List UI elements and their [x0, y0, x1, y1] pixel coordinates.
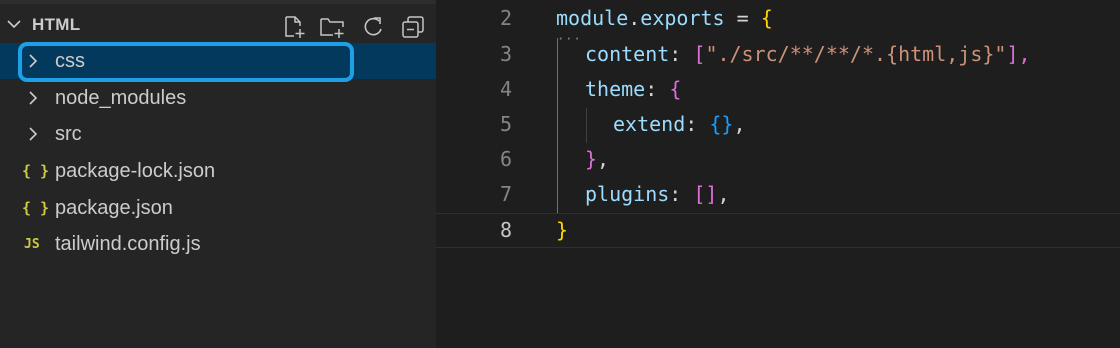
token-punct: :: [685, 112, 710, 136]
tree-item-label: node_modules: [55, 87, 187, 109]
token-property: extend: [613, 112, 686, 136]
token-punct: ,: [597, 147, 610, 171]
code-text: module.exports = {: [556, 6, 773, 30]
tree-item-css[interactable]: css: [0, 43, 436, 79]
code-line[interactable]: 5 extend: {},: [436, 108, 1120, 143]
tree-item-label: src: [55, 123, 82, 145]
code-line-current[interactable]: 8 }: [436, 213, 1120, 248]
line-number: 3: [499, 42, 512, 66]
code-line[interactable]: 3 content: ["./src/**/**/*.{html,js}"],: [436, 38, 1120, 73]
code-text: content: ["./src/**/**/*.{html,js}"],: [585, 42, 1031, 66]
collapse-all-icon[interactable]: [400, 14, 426, 40]
code-editor[interactable]: ··· 2 module.exports = { 3 content: ["./…: [436, 0, 1120, 348]
chevron-right-icon: [26, 54, 40, 68]
tree-item-node-modules[interactable]: node_modules: [0, 80, 436, 116]
line-number: 7: [499, 182, 512, 206]
tree-item-label: tailwind.config.js: [55, 233, 201, 255]
line-number: 5: [499, 112, 512, 136]
code-text: theme: {: [585, 77, 681, 101]
code-line[interactable]: 4 theme: {: [436, 73, 1120, 108]
new-folder-icon[interactable]: [319, 14, 345, 40]
code-line[interactable]: 7 plugins: [],: [436, 178, 1120, 213]
token-identifier: exports: [640, 6, 725, 30]
token-bracket: }: [585, 147, 598, 171]
explorer-section-header[interactable]: HTML: [0, 6, 436, 40]
code-text: extend: {},: [613, 112, 745, 136]
token-property: theme: [585, 77, 646, 101]
json-file-icon: { }: [22, 162, 50, 180]
code-line[interactable]: 2 module.exports = {: [436, 2, 1120, 37]
line-number: 2: [499, 6, 512, 30]
token-punct: ,: [733, 112, 746, 136]
token-bracket: {}: [709, 112, 734, 136]
token-string: "./src/**/**/*.{html,js}": [705, 42, 1007, 66]
token-bracket: ],: [1006, 42, 1031, 66]
explorer-sidebar: HTML css node_modules src { } package-lo…: [0, 0, 436, 348]
token-identifier: module: [556, 6, 629, 30]
token-bracket: {: [760, 6, 773, 30]
code-text: }: [556, 218, 568, 242]
tree-item-src[interactable]: src: [0, 116, 436, 152]
token-bracket: []: [693, 182, 718, 206]
refresh-icon[interactable]: [360, 14, 386, 40]
token-punct: :: [669, 182, 694, 206]
token-property: content: [585, 42, 670, 66]
chevron-right-icon: [26, 91, 40, 105]
line-number: 4: [499, 77, 512, 101]
token-bracket: }: [556, 218, 569, 242]
token-punct: .: [628, 6, 641, 30]
token-bracket: {: [669, 77, 682, 101]
tree-item-label: css: [55, 50, 85, 72]
token-operator: =: [724, 6, 761, 30]
tree-item-package-json[interactable]: { } package.json: [0, 190, 436, 226]
chevron-right-icon: [26, 127, 40, 141]
token-property: plugins: [585, 182, 670, 206]
line-number: 6: [499, 147, 512, 171]
token-punct: :: [645, 77, 670, 101]
js-file-icon: JS: [24, 237, 40, 252]
token-punct: ,: [717, 182, 730, 206]
token-bracket: [: [693, 42, 706, 66]
sidebar-top-border: [0, 0, 436, 4]
token-punct: :: [669, 42, 694, 66]
explorer-folder-title: HTML: [32, 15, 81, 34]
tree-item-package-lock-json[interactable]: { } package-lock.json: [0, 153, 436, 189]
json-file-icon: { }: [22, 199, 50, 217]
chevron-down-icon[interactable]: [6, 16, 22, 32]
code-line[interactable]: 6 },: [436, 143, 1120, 178]
tree-item-label: package.json: [55, 197, 173, 219]
code-text: },: [585, 147, 609, 171]
new-file-icon[interactable]: [281, 14, 307, 40]
line-number: 8: [499, 218, 512, 242]
tree-item-label: package-lock.json: [55, 160, 216, 182]
code-text: plugins: [],: [585, 182, 730, 206]
tree-item-tailwind-config-js[interactable]: JS tailwind.config.js: [0, 226, 436, 262]
